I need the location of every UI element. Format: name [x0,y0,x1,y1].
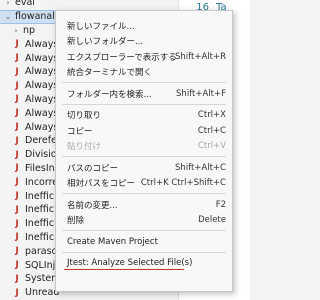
java-file-icon: J [15,80,19,91]
java-file-icon: J [15,39,19,50]
menu-separator [62,193,226,194]
java-file-icon: J [15,273,19,284]
java-file-icon: J [15,163,19,174]
menu-item[interactable]: 相対パスをコピー Ctrl+K Ctrl+Shift+C [56,176,232,191]
tree-item-label: Always [25,121,59,133]
menu-separator [62,251,226,253]
tree-item-label: Always [25,93,59,105]
java-file-icon: J [15,94,19,105]
menu-item[interactable]: 新しいフォルダー... [56,34,232,49]
menu-item-shortcut: Shift+Alt+R [175,51,226,62]
menu-item[interactable]: 統合ターミナルで開く [56,65,232,80]
menu-item-label: Create Maven Project [67,236,158,247]
menu-item[interactable]: エクスプローラーで表示する Shift+Alt+R [56,49,232,64]
menu-item[interactable]: 切り取り Ctrl+X [56,108,232,123]
chevron-right-icon[interactable]: › [12,26,20,35]
menu-item-shortcut: Delete [198,215,226,225]
java-file-icon: J [15,135,19,146]
java-file-icon: J [15,122,19,133]
java-file-icon: J [15,246,19,257]
menu-item-shortcut: Shift+Alt+F [176,88,226,99]
java-file-icon: J [15,232,19,243]
menu-item-label: 削除 [67,216,85,226]
menu-item-label: 新しいファイル... [67,21,135,32]
menu-separator [62,103,226,105]
java-file-icon: J [15,53,19,64]
tree-item-label: Always [25,107,59,119]
chevron-down-icon[interactable]: ⌄ [4,12,12,21]
menu-item-shortcut: Ctrl+K Ctrl+Shift+C [140,178,226,188]
menu-item-shortcut: Ctrl+V [197,141,226,151]
menu-item-shortcut: F2 [215,199,226,210]
java-file-icon: J [15,287,19,298]
menu-item-label: 統合ターミナルで開く [67,68,153,78]
java-file-icon: J [15,191,19,202]
menu-item-shortcut: Ctrl+X [197,110,226,120]
menu-item-label: エクスプローラーで表示する [67,52,177,63]
menu-item[interactable]: コピー Ctrl+C [56,123,232,138]
menu-item-shortcut: Ctrl+C [197,125,226,136]
menu-item-shortcut: Shift+Alt+C [174,162,226,173]
menu-item[interactable]: 削除 Delete [56,213,232,228]
menu-item-label: 新しいフォルダー... [67,37,144,47]
menu-separator [62,156,226,157]
menu-item[interactable]: パスのコピー Shift+Alt+C [56,160,232,175]
tree-item-eval[interactable]: › eval [0,0,178,10]
menu-item-label: 相対パスをコピー [67,179,136,189]
menu-item[interactable]: Create Maven Project [56,234,232,249]
tree-item-label: eval [15,0,35,9]
tree-item-label: Ineffici [25,204,57,216]
menu-item-label: フォルダー内を検索... [67,89,152,100]
tree-item-label: Ineffici [25,231,57,243]
tree-item-label: FilesIn [25,162,55,174]
tree-item-label: Ineffici [25,190,57,202]
tree-item-label: Always [25,52,59,64]
java-file-icon: J [15,218,19,229]
menu-item[interactable]: 名前の変更... F2 [56,197,232,212]
menu-item-label: パスのコピー [67,163,119,174]
java-file-icon: J [15,204,19,215]
menu-item-label: 貼り付け [67,142,102,152]
annotation-underline [64,268,184,270]
tree-item-label: Always [25,66,59,78]
menu-item[interactable]: フォルダー内を検索... Shift+Alt+F [56,86,232,101]
context-menu: 新しいファイル... 新しいフォルダー... エクスプローラーで表示する Shift+… [55,10,233,292]
java-file-icon: J [15,66,19,77]
menu-item-label: 切り取り [67,111,102,121]
menu-item-label: コピー [67,126,93,137]
menu-separator [62,82,226,83]
menu-separator [62,230,226,231]
menu-item-label: Jtest: Analyze Selected File(s) [67,258,193,268]
tree-item-label: paraso [25,245,58,257]
tree-item-label: Always [25,80,59,92]
tree-item-label: Incorre [25,176,59,188]
java-file-icon: J [15,177,19,188]
tree-item-label: Ineffici [25,218,57,230]
java-file-icon: J [15,149,19,160]
menu-item: 貼り付け Ctrl+V [56,139,232,154]
tree-item-label: Derefe [25,135,57,147]
tree-item-label: np [23,24,36,36]
chevron-right-icon[interactable]: › [4,0,12,7]
java-file-icon: J [15,260,19,271]
tree-item-label: Always [25,38,59,50]
java-file-icon: J [15,108,19,119]
menu-item-label: 名前の変更... [67,200,118,211]
menu-item[interactable]: 新しいファイル... [56,18,232,33]
